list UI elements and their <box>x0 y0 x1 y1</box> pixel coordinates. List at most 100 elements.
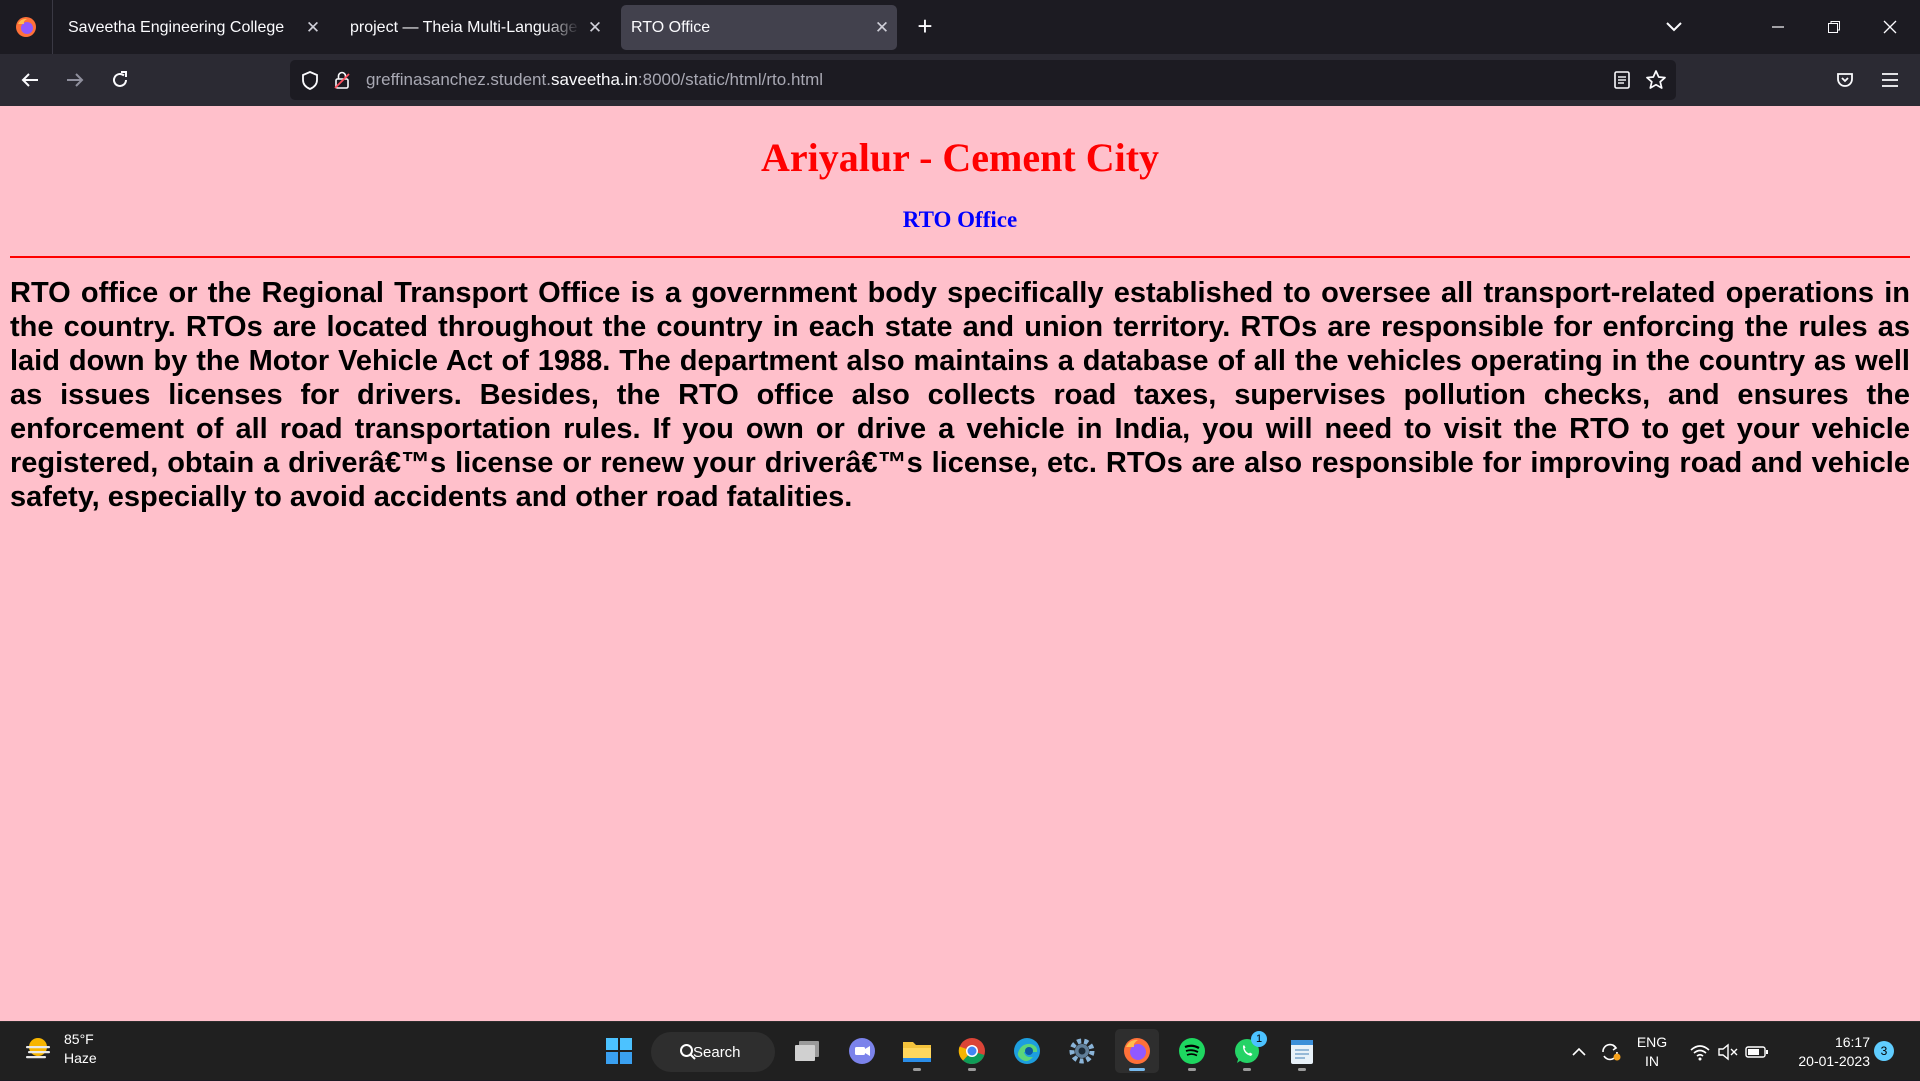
url-text[interactable]: greffinasanchez.student.saveetha.in:8000… <box>366 70 823 90</box>
reload-button[interactable] <box>104 64 136 96</box>
edge-icon <box>1014 1038 1040 1064</box>
new-tab-button[interactable]: + <box>910 12 940 42</box>
windows-start-icon <box>606 1038 632 1064</box>
tab-title: Saveetha Engineering College <box>68 18 285 36</box>
running-indicator <box>913 1068 921 1071</box>
start-button[interactable] <box>597 1029 641 1073</box>
taskbar-search-button[interactable]: Search <box>651 1032 775 1072</box>
arrow-right-icon <box>67 73 84 87</box>
spotify-button[interactable] <box>1170 1029 1214 1073</box>
chrome-icon <box>958 1038 985 1065</box>
chevron-down-icon <box>1666 22 1682 32</box>
weather-condition: Haze <box>64 1050 97 1066</box>
close-icon[interactable]: ✕ <box>580 18 610 38</box>
arrow-left-icon <box>21 73 38 87</box>
weather-widget[interactable]: 85°F Haze <box>22 1030 97 1068</box>
close-icon[interactable]: ✕ <box>298 18 328 38</box>
teams-chat-icon <box>849 1038 875 1064</box>
input-language-button[interactable]: ENG IN <box>1632 1022 1672 1081</box>
settings-icon <box>1069 1038 1095 1064</box>
clock-button[interactable]: 16:17 20-01-2023 <box>1778 1022 1870 1081</box>
task-view-button[interactable] <box>785 1029 829 1073</box>
weather-temperature: 85°F <box>64 1031 94 1047</box>
sync-icon <box>1602 1043 1621 1060</box>
running-indicator <box>968 1068 976 1071</box>
clock-date: 20-01-2023 <box>1798 1052 1870 1069</box>
chrome-button[interactable] <box>950 1029 994 1073</box>
search-label: Search <box>693 1043 741 1061</box>
back-button[interactable] <box>14 64 46 96</box>
notification-count-badge[interactable]: 3 <box>1874 1041 1894 1061</box>
page-heading: Ariyalur - Cement City <box>760 135 1160 180</box>
file-explorer-icon <box>903 1042 931 1062</box>
address-bar[interactable]: greffinasanchez.student.saveetha.in:8000… <box>290 60 1676 100</box>
close-window-button[interactable] <box>1862 0 1918 54</box>
star-icon <box>1646 70 1666 89</box>
browser-tab-bar: Saveetha Engineering College ✕ project —… <box>0 0 1920 54</box>
minimize-button[interactable] <box>1750 0 1806 54</box>
running-indicator <box>1188 1068 1196 1071</box>
firefox-taskbar-button[interactable] <box>1115 1029 1159 1073</box>
notepad-button[interactable] <box>1280 1029 1324 1073</box>
quick-settings-button[interactable] <box>1684 1022 1774 1081</box>
page-subheading: RTO Office <box>902 207 1018 232</box>
site-security-button[interactable] <box>330 68 354 92</box>
firefox-icon <box>1124 1038 1150 1064</box>
tab-saveetha[interactable]: Saveetha Engineering College ✕ <box>58 5 328 50</box>
running-indicator <box>1243 1068 1251 1071</box>
url-prefix: greffinasanchez.student. <box>366 70 551 89</box>
firefox-view-button[interactable] <box>0 0 53 54</box>
restore-button[interactable] <box>1806 0 1862 54</box>
reader-view-button[interactable] <box>1610 68 1634 92</box>
url-domain: saveetha.in <box>550 70 638 89</box>
app-menu-button[interactable] <box>1874 64 1906 96</box>
tracking-protection-button[interactable] <box>298 68 322 92</box>
windows-taskbar: 85°F Haze Search 1 ENG IN 16:17 20-01-20… <box>0 1021 1920 1080</box>
reload-icon <box>113 71 127 87</box>
edge-button[interactable] <box>1005 1029 1049 1073</box>
reader-view-icon <box>1614 71 1630 89</box>
clock-time: 16:17 <box>1834 1033 1870 1050</box>
language-code: ENG <box>1636 1033 1668 1050</box>
url-suffix: :8000/static/html/rto.html <box>637 70 824 89</box>
close-icon <box>1883 20 1897 34</box>
insecure-lock-icon <box>334 71 350 89</box>
spotify-icon <box>1179 1038 1205 1064</box>
active-indicator <box>1129 1068 1145 1071</box>
search-icon <box>680 1044 696 1060</box>
restore-icon <box>1828 21 1840 33</box>
browser-toolbar: greffinasanchez.student.saveetha.in:8000… <box>0 54 1920 106</box>
horizontal-rule <box>10 256 1910 258</box>
hamburger-menu-icon <box>1882 73 1898 87</box>
whatsapp-notification-badge: 1 <box>1251 1031 1267 1047</box>
file-explorer-button[interactable] <box>895 1029 939 1073</box>
region-code: IN <box>1645 1052 1659 1069</box>
notepad-icon <box>1291 1040 1313 1064</box>
volume-muted-icon <box>1718 1043 1738 1060</box>
whatsapp-button[interactable]: 1 <box>1225 1029 1269 1073</box>
show-hidden-icons-button[interactable] <box>1566 1022 1592 1081</box>
forward-button[interactable] <box>59 64 91 96</box>
task-view-icon <box>795 1041 819 1061</box>
minimize-icon <box>1772 26 1784 28</box>
settings-button[interactable] <box>1060 1029 1104 1073</box>
tab-title: RTO Office <box>631 18 711 36</box>
tab-rto-office[interactable]: RTO Office ✕ <box>621 5 897 50</box>
wifi-icon <box>1690 1044 1710 1060</box>
tab-theia-project[interactable]: project — Theia Multi-Language Explorer … <box>340 5 610 50</box>
chevron-up-icon <box>1572 1047 1586 1056</box>
pocket-button[interactable] <box>1829 64 1861 96</box>
page-paragraph: RTO office or the Regional Transport Off… <box>10 277 1910 513</box>
tab-title: project — Theia Multi-Language Explorer <box>350 18 580 36</box>
running-indicator <box>1298 1068 1306 1071</box>
teams-chat-button[interactable] <box>840 1029 884 1073</box>
battery-icon <box>1745 1045 1768 1058</box>
pocket-icon <box>1837 73 1853 87</box>
haze-sun-icon <box>26 1038 50 1059</box>
bookmark-button[interactable] <box>1644 68 1668 92</box>
sync-status-button[interactable] <box>1596 1022 1626 1081</box>
close-icon[interactable]: ✕ <box>867 18 897 38</box>
shield-icon <box>302 71 318 90</box>
list-all-tabs-button[interactable] <box>1660 14 1688 40</box>
firefox-logo-icon <box>16 17 36 37</box>
